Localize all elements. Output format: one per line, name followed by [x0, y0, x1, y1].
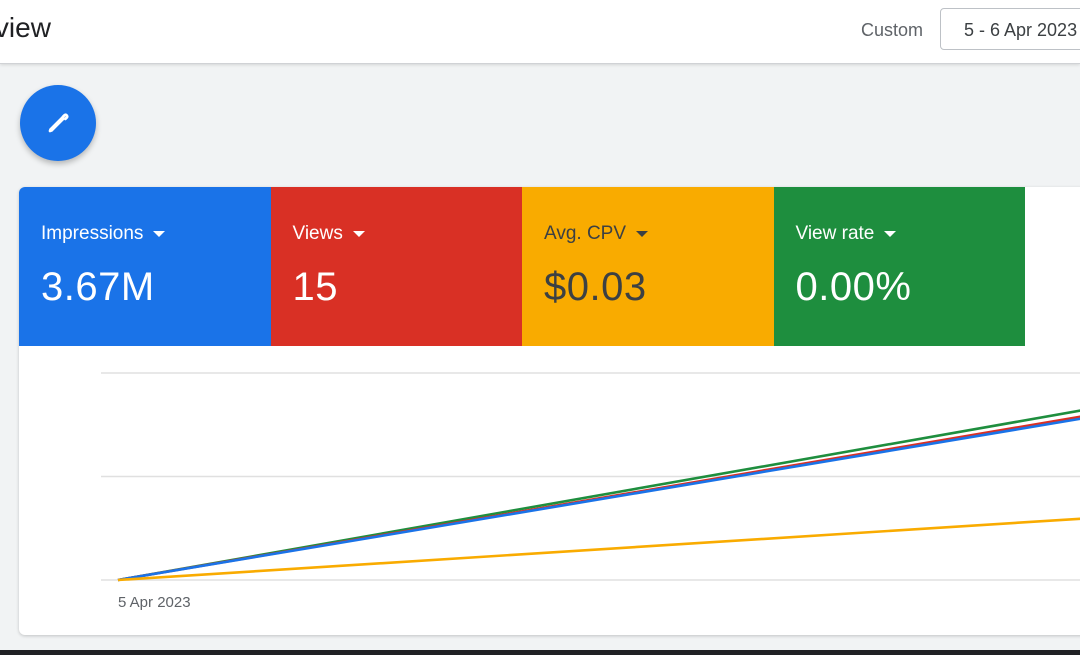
metric-tiles: Impressions 3.67M Views 15 Avg. CPV $0.0…: [19, 187, 1025, 346]
dropdown-caret-icon[interactable]: [636, 231, 649, 237]
bottom-edge: [0, 650, 1080, 655]
metric-value: $0.03: [544, 265, 647, 309]
metric-label-text: Views: [292, 223, 343, 244]
edit-button[interactable]: [20, 85, 96, 161]
dropdown-caret-icon[interactable]: [153, 231, 166, 237]
metric-value: 0.00%: [795, 265, 912, 309]
series-line-3: [117, 517, 1080, 582]
metric-label-text: View rate: [795, 223, 875, 244]
overview-card: 5 Apr 2023 Impressions 3.67M Views 15 Av…: [19, 187, 1080, 635]
date-range-type-label: Custom: [861, 20, 924, 40]
metric-label: View rate: [796, 223, 1026, 245]
metric-tile-view-rate[interactable]: View rate 0.00%: [773, 187, 1026, 346]
page-title: erview: [0, 12, 51, 43]
metric-label-text: Avg. CPV: [544, 223, 627, 244]
metric-tile-views[interactable]: Views 15: [270, 187, 523, 346]
top-bar: erview Custom 5 - 6 Apr 2023: [0, 0, 1080, 64]
dropdown-caret-icon[interactable]: [352, 231, 365, 237]
metric-tile-avg-cpv[interactable]: Avg. CPV $0.03: [522, 187, 774, 346]
x-axis-tick-label: 5 Apr 2023: [118, 594, 191, 611]
date-range-picker[interactable]: 5 - 6 Apr 2023: [940, 8, 1080, 50]
metric-value: 3.67M: [41, 265, 155, 309]
metric-label: Views: [293, 223, 523, 245]
metric-label: Impressions: [41, 223, 271, 245]
pencil-icon: [48, 113, 69, 133]
metric-label: Avg. CPV: [544, 223, 774, 245]
dropdown-caret-icon[interactable]: [884, 231, 897, 237]
metric-label-text: Impressions: [41, 223, 144, 244]
metric-tile-impressions[interactable]: Impressions 3.67M: [19, 187, 271, 346]
metric-value: 15: [292, 265, 338, 309]
